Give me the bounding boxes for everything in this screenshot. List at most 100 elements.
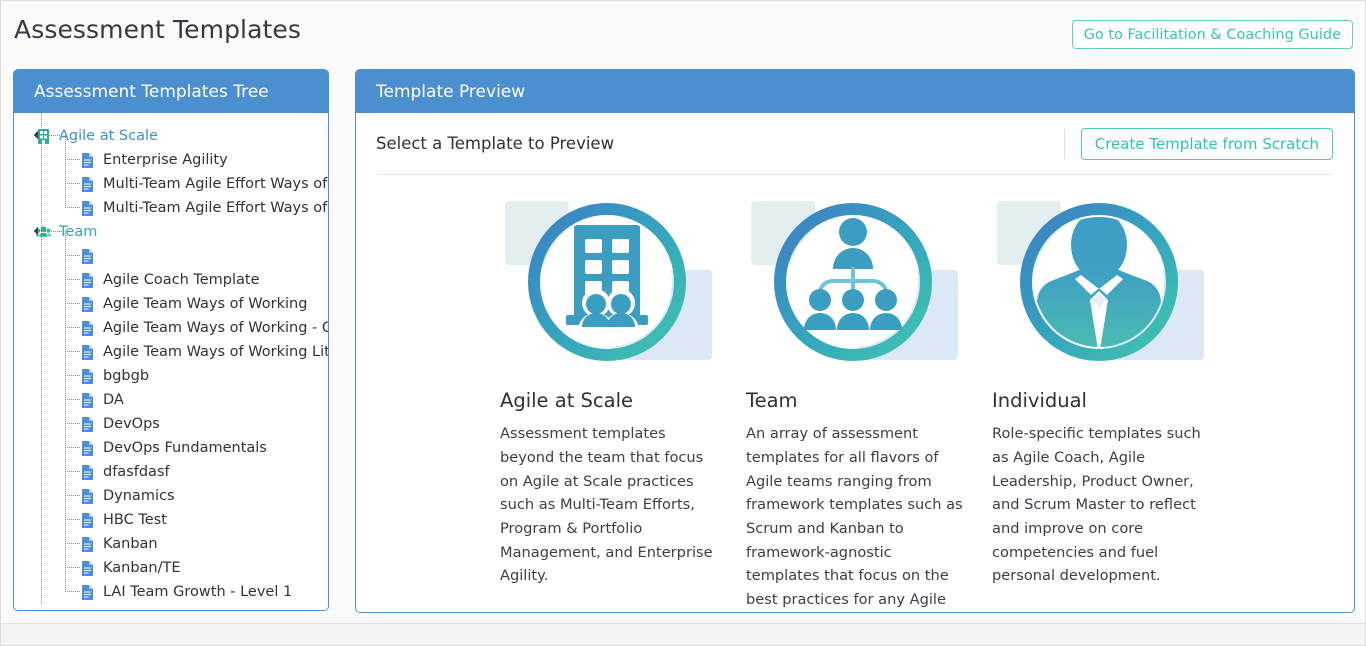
document-icon: [82, 488, 93, 504]
tree-connector-line: [65, 543, 80, 544]
tree-node-label: bgbgb: [103, 367, 150, 384]
tree-connector-line: [65, 495, 80, 496]
card-title: Individual: [992, 389, 1087, 412]
document-icon: [82, 344, 93, 360]
tree-group-row[interactable]: Agile at Scale: [14, 124, 328, 148]
tree-panel-header: Assessment Templates Tree: [14, 70, 328, 113]
tree-connector-line: [65, 471, 80, 472]
tree-connector-line: [65, 183, 66, 208]
tree-connector-line: [65, 423, 80, 424]
tree-scroll-area[interactable]: Agile at Scale Enterprise Agility Multi-Te…: [14, 113, 328, 610]
tree-list: Agile at Scale Enterprise Agility Multi-Te…: [14, 113, 328, 604]
tree-node-label: Kanban/TE: [103, 559, 181, 576]
preview-panel-title: Template Preview: [376, 81, 526, 102]
tree-group-row[interactable]: Team: [14, 220, 328, 244]
card-individual[interactable]: Individual Role-specific templates such …: [992, 197, 1210, 612]
org-chart-team-icon: [746, 197, 964, 372]
tree-connector-line: [65, 351, 80, 352]
tree-node-label: Enterprise Agility: [103, 151, 228, 168]
tree-item-row[interactable]: HBC Test: [14, 495, 328, 532]
tree-item-row[interactable]: Kanban/TE: [14, 543, 328, 580]
tree-item-row[interactable]: LAI Team Growth - Level 1: [14, 567, 328, 604]
tree-connector-line: [65, 519, 80, 520]
footer-strip: [1, 623, 1365, 645]
go-to-facilitation-coaching-guide-button[interactable]: Go to Facilitation & Coaching Guide: [1071, 20, 1353, 49]
tree-item-row[interactable]: Multi-Team Agile Effort Ways of Wor: [14, 159, 328, 196]
document-icon: [82, 584, 93, 600]
template-preview-panel: Template Preview Select a Template to Pr…: [355, 69, 1355, 613]
document-icon: [82, 176, 93, 192]
tree-connector-line: [65, 399, 66, 424]
preview-toolbar: Select a Template to Preview Create Temp…: [376, 113, 1334, 174]
tree-connector-line: [65, 159, 80, 160]
tree-connector-line: [65, 375, 66, 400]
tree-item-row[interactable]: [14, 231, 328, 268]
tree-connector-line: [65, 135, 66, 160]
tree-connector-line: [65, 399, 80, 400]
tree-item-row[interactable]: Kanban: [14, 519, 328, 556]
card-description: An array of assessment templates for all…: [746, 425, 963, 608]
tree-item-row[interactable]: DevOps Fundamentals: [14, 423, 328, 460]
card-title: Team: [746, 389, 798, 412]
document-icon: [82, 152, 93, 168]
tree-connector-line: [65, 279, 80, 280]
assessment-templates-tree-panel: Assessment Templates Tree Agile at Scale…: [13, 69, 329, 611]
app-header: Assessment Templates Go to Facilitation …: [1, 1, 1365, 61]
tree-item-row[interactable]: Dynamics: [14, 471, 328, 508]
document-icon: [82, 560, 93, 576]
tree-panel-title: Assessment Templates Tree: [34, 81, 269, 102]
tree-connector-line: [65, 327, 66, 352]
card-agile-at-scale[interactable]: Agile at Scale Assessment templates beyo…: [500, 197, 718, 612]
tree-item-row[interactable]: Agile Coach Template: [14, 255, 328, 292]
building-with-people-icon: [500, 197, 718, 372]
tree-item-row[interactable]: Agile Team Ways of Working: [14, 279, 328, 316]
tree-connector-line: [65, 303, 80, 304]
tree-node-label: Agile at Scale: [59, 127, 158, 144]
tree-node-label: dfasfdasf: [103, 463, 170, 480]
tree-node-label: Agile Team Ways of Working Lite: [103, 343, 328, 360]
tree-item-row[interactable]: Enterprise Agility: [14, 135, 328, 172]
tree-item-row[interactable]: bgbgb: [14, 351, 328, 388]
card-description: Assessment templates beyond the team tha…: [500, 425, 713, 585]
toolbar-right-group: Create Template from Scratch: [1063, 127, 1333, 160]
card-team[interactable]: Team An array of assessment templates fo…: [746, 197, 964, 612]
create-template-from-scratch-button[interactable]: Create Template from Scratch: [1080, 127, 1333, 160]
card-description: Role-specific templates such as Agile Co…: [992, 425, 1201, 585]
tree-item-row[interactable]: Multi-Team Agile Effort Ways of Wor: [14, 183, 328, 220]
tree-connector-line: [65, 303, 66, 328]
guide-button-label: Go to Facilitation & Coaching Guide: [1083, 26, 1341, 43]
tree-connector-line: [65, 543, 66, 568]
document-icon: [82, 536, 93, 552]
tree-connector-line: [65, 207, 80, 208]
tree-node-label: Dynamics: [103, 487, 175, 504]
toolbar-divider: [1063, 128, 1065, 159]
card-title: Agile at Scale: [500, 389, 634, 412]
tree-connector-line: [65, 447, 66, 472]
tree-item-row[interactable]: dfasfdasf: [14, 447, 328, 484]
tree-item-row[interactable]: Agile Team Ways of Working Lite: [14, 327, 328, 364]
document-icon: [82, 272, 93, 288]
tree-node-label: Kanban: [103, 535, 158, 552]
template-category-cards: Agile at Scale Assessment templates beyo…: [376, 175, 1334, 612]
tree-node-label: Agile Coach Template: [103, 271, 260, 288]
tree-connector-line: [65, 255, 66, 280]
scratch-button-label: Create Template from Scratch: [1094, 134, 1319, 153]
tree-connector-line: [65, 447, 80, 448]
tree-item-row[interactable]: Agile Team Ways of Working - Custo: [14, 303, 328, 340]
tree-connector-line: [65, 567, 66, 592]
document-icon: [82, 368, 93, 384]
tree-connector-line: [65, 183, 80, 184]
document-icon: [82, 440, 93, 456]
tree-item-row[interactable]: DevOps: [14, 399, 328, 436]
preview-panel-header: Template Preview: [356, 70, 1354, 113]
document-icon: [82, 296, 93, 312]
tree-connector-line: [65, 327, 80, 328]
person-in-suit-icon: [992, 197, 1210, 372]
tree-connector-line: [65, 231, 66, 256]
page-root: Assessment Templates Go to Facilitation …: [0, 0, 1366, 646]
tree-connector-line: [65, 279, 66, 304]
tree-node-label: Multi-Team Agile Effort Ways of Wor: [103, 175, 328, 192]
tree-item-row[interactable]: DA: [14, 375, 328, 412]
document-icon: [82, 392, 93, 408]
document-icon: [82, 464, 93, 480]
